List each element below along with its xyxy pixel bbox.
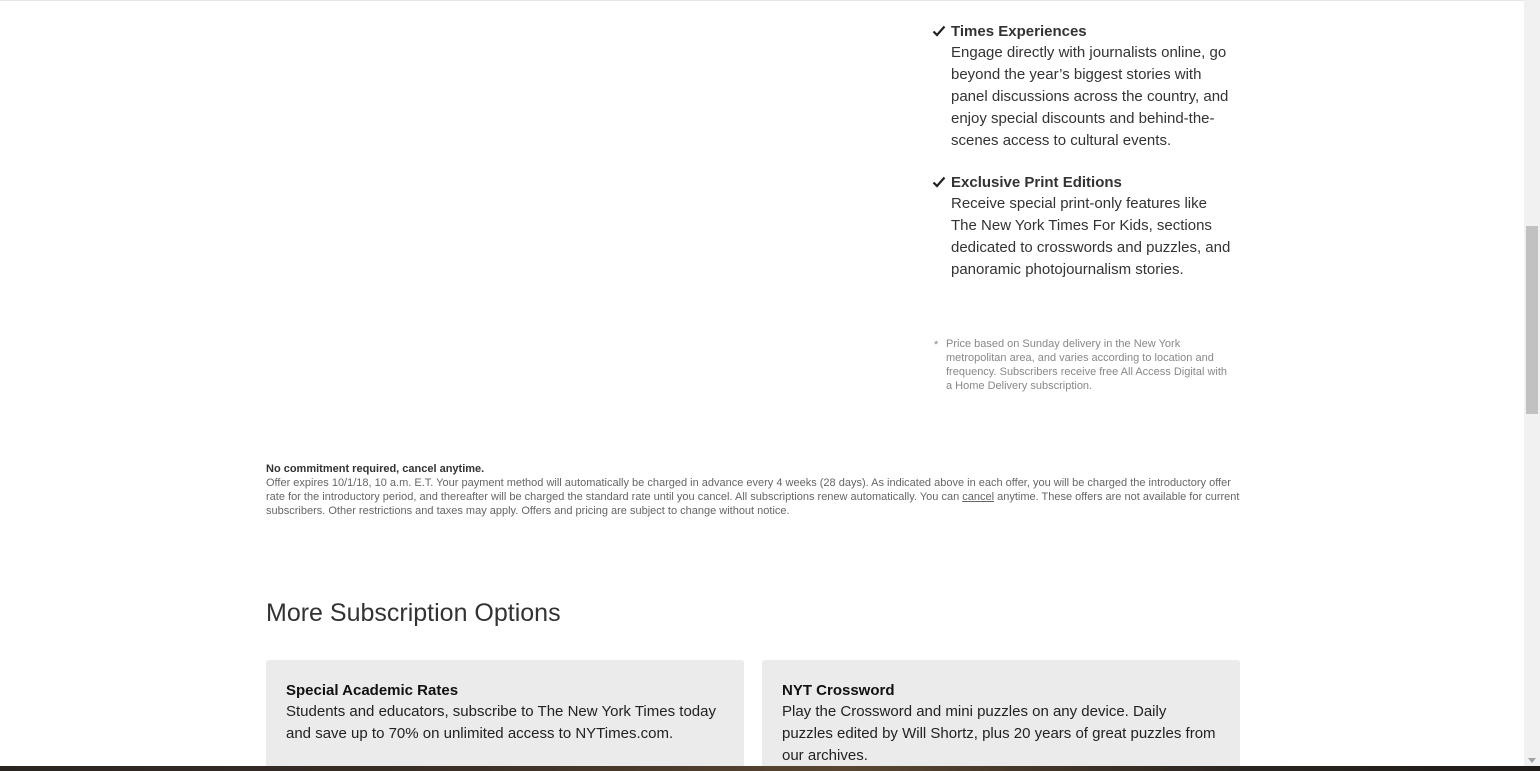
scroll-down-arrow-icon[interactable] — [1528, 758, 1536, 763]
card-title: NYT Crossword — [782, 682, 895, 699]
benefit-description: Receive special print-only features like… — [951, 195, 1231, 278]
legal-disclaimer: No commitment required, cancel anytime. … — [266, 462, 1241, 518]
price-footnote: * Price based on Sunday delivery in the … — [934, 337, 1234, 393]
benefit-item-exclusive-print-editions: Exclusive Print Editions Receive special… — [930, 173, 1240, 281]
top-divider — [0, 0, 1524, 1]
taskbar-edge — [0, 766, 1540, 771]
card-description: Play the Crossword and mini puzzles on a… — [782, 703, 1216, 764]
cancel-link[interactable]: cancel — [962, 491, 994, 503]
crossword-card[interactable]: NYT Crossword Play the Crossword and min… — [762, 660, 1240, 771]
subscription-page: Times Experiences Engage directly with j… — [0, 0, 1540, 771]
check-icon — [932, 25, 946, 37]
check-icon — [932, 176, 946, 188]
benefits-list: Times Experiences Engage directly with j… — [930, 22, 1240, 302]
more-options-title: More Subscription Options — [266, 599, 561, 627]
benefit-title: Exclusive Print Editions — [951, 174, 1122, 191]
footnote-asterisk: * — [934, 339, 939, 351]
vertical-scrollbar[interactable] — [1524, 0, 1540, 771]
footnote-text: Price based on Sunday delivery in the Ne… — [946, 338, 1228, 392]
scrollbar-thumb[interactable] — [1526, 226, 1538, 414]
card-title: Special Academic Rates — [286, 682, 459, 699]
card-description: Students and educators, subscribe to The… — [286, 703, 716, 742]
academic-rates-card[interactable]: Special Academic Rates Students and educ… — [266, 660, 744, 771]
benefit-title: Times Experiences — [951, 23, 1087, 40]
benefit-description: Engage directly with journalists online,… — [951, 44, 1229, 149]
benefit-item-times-experiences: Times Experiences Engage directly with j… — [930, 22, 1240, 152]
legal-heading: No commitment required, cancel anytime. — [266, 463, 485, 475]
